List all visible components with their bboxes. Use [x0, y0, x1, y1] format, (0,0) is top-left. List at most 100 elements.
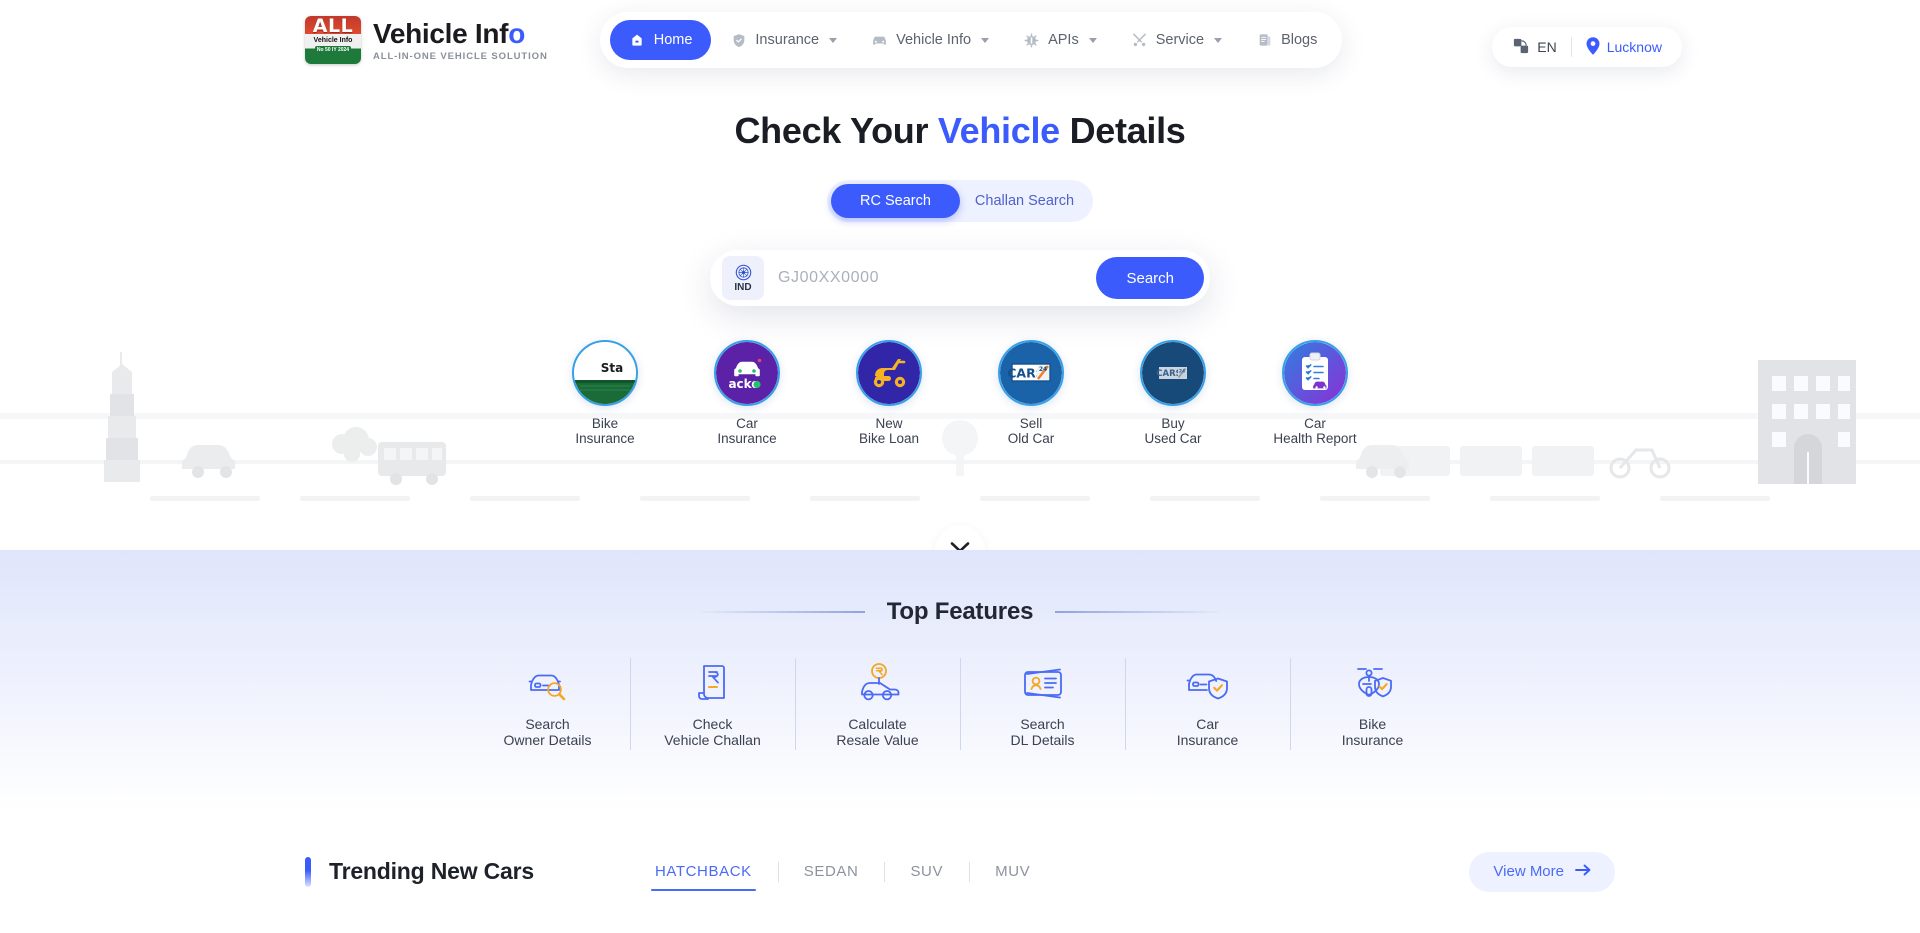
chevron-down-icon: [829, 37, 838, 43]
all-vehicle-info-logo-mark: ALL Vehicle Info No 50 IY 2024: [305, 16, 361, 64]
features-heading-row: Top Features: [0, 550, 1920, 626]
tab-muv[interactable]: MUV: [969, 856, 1056, 888]
scooter-icon: [856, 340, 922, 406]
service-label: Car Health Report: [1273, 416, 1357, 446]
feature-label: Check Vehicle Challan: [664, 716, 761, 748]
vehicle-search-bar: IND Search: [710, 250, 1210, 306]
service-label: Bike Insurance: [575, 416, 635, 446]
language-selector[interactable]: A अ EN: [1512, 37, 1557, 58]
locale-divider: [1570, 37, 1572, 57]
ashoka-chakra-icon: [735, 264, 752, 281]
logo-all-text: ALL: [312, 16, 354, 37]
nav-label-apis: APIs: [1048, 32, 1079, 48]
main-navigation: Home Insurance Vehicle Info APIs Service…: [599, 12, 1343, 68]
service-label: Car Insurance: [717, 416, 777, 446]
chevron-down-icon: [1088, 37, 1097, 43]
site-header: ALL Vehicle Info No 50 IY 2024 Vehicle I…: [0, 0, 1920, 80]
car-search-icon: [525, 660, 571, 706]
nav-item-apis[interactable]: APIs: [1008, 20, 1112, 60]
tab-challan-search[interactable]: Challan Search: [960, 184, 1089, 218]
feature-label: Search Owner Details: [503, 716, 592, 748]
city-label: Lucknow: [1606, 39, 1662, 55]
chevron-down-icon: [950, 541, 970, 550]
tab-rc-search[interactable]: RC Search: [831, 184, 960, 218]
car-shield-icon: [1184, 660, 1232, 706]
id-card-icon: [1020, 660, 1066, 706]
search-button[interactable]: Search: [1096, 257, 1204, 299]
body-type-tabs: HATCHBACK SEDAN SUV MUV: [629, 856, 1056, 891]
nav-item-insurance[interactable]: Insurance: [715, 20, 852, 60]
service-sell-old-car[interactable]: CARS 24 Sell Old Car: [981, 340, 1081, 446]
top-features-section: Top Features Search Owner Details Check …: [0, 550, 1920, 810]
feature-check-vehicle-challan[interactable]: Check Vehicle Challan: [630, 656, 795, 752]
acko-logo: acko: [714, 340, 780, 406]
api-chip-icon: [1023, 32, 1040, 49]
brand-title-main: Vehicle Inf: [373, 17, 509, 49]
svg-text:24: 24: [1179, 369, 1185, 375]
tab-suv[interactable]: SUV: [884, 856, 969, 888]
logo-sub-text: Vehicle Info: [313, 37, 353, 44]
feature-bike-insurance[interactable]: Bike Insurance: [1290, 656, 1455, 752]
language-label: EN: [1537, 39, 1557, 55]
trending-heading-group: Trending New Cars: [305, 856, 534, 887]
tab-hatchback[interactable]: HATCHBACK: [629, 856, 778, 891]
feature-car-insurance[interactable]: Car Insurance: [1125, 656, 1290, 752]
nav-item-home[interactable]: Home: [609, 20, 712, 60]
bike-shield-icon: [1350, 660, 1396, 706]
page-title-part1: Check Your: [734, 110, 938, 151]
tools-icon: [1131, 32, 1148, 49]
view-more-button[interactable]: View More: [1469, 851, 1615, 892]
nav-label-service: Service: [1155, 32, 1205, 48]
accent-bar: [305, 856, 311, 887]
home-icon: [629, 32, 646, 49]
service-new-bike-loan[interactable]: New Bike Loan: [839, 340, 939, 446]
service-car-health-report[interactable]: Car Health Report: [1265, 340, 1365, 446]
rupee-receipt-icon: [693, 660, 733, 706]
shield-icon: [730, 32, 747, 49]
search-input[interactable]: [764, 269, 1097, 287]
page-title: Check Your Vehicle Details: [0, 80, 1920, 152]
scroll-down-button[interactable]: [935, 525, 985, 550]
svg-text:24: 24: [1039, 366, 1047, 373]
translate-icon: A अ: [1512, 37, 1530, 58]
service-buy-used-car[interactable]: CARS 24 Buy Used Car: [1123, 340, 1223, 446]
document-icon: [1256, 32, 1273, 49]
tab-sedan[interactable]: SEDAN: [777, 856, 885, 888]
feature-label: Calculate Resale Value: [836, 716, 919, 748]
features-title: Top Features: [886, 598, 1034, 625]
feature-search-dl-details[interactable]: Search DL Details: [960, 656, 1125, 752]
cars24-logo: CARS 24: [998, 340, 1064, 406]
chevron-down-icon: [1214, 37, 1223, 43]
feature-search-owner-details[interactable]: Search Owner Details: [465, 656, 630, 752]
service-car-insurance[interactable]: acko Car Insurance: [697, 340, 797, 446]
location-pin-icon: [1586, 36, 1600, 58]
service-label: New Bike Loan: [858, 416, 920, 446]
car-rupee-icon: [854, 660, 902, 706]
logo-badge-text: No 50 IY 2024: [314, 46, 352, 54]
feature-label: Car Insurance: [1176, 716, 1239, 748]
feature-calculate-resale-value[interactable]: Calculate Resale Value: [795, 656, 960, 752]
nav-label-blogs: Blogs: [1281, 32, 1318, 48]
nav-label-insurance: Insurance: [755, 32, 820, 48]
trending-title: Trending New Cars: [329, 858, 534, 884]
nav-item-service[interactable]: Service: [1116, 20, 1237, 60]
brand-logo-group[interactable]: ALL Vehicle Info No 50 IY 2024 Vehicle I…: [305, 16, 548, 64]
view-more-label: View More: [1493, 863, 1564, 880]
service-label: Sell Old Car: [1007, 416, 1055, 446]
trending-new-cars-section: Trending New Cars HATCHBACK SEDAN SUV MU…: [0, 810, 1920, 933]
city-selector[interactable]: Lucknow: [1586, 36, 1662, 58]
page-title-part2: Details: [1059, 110, 1186, 151]
divider-right: [1055, 611, 1226, 613]
nav-item-vehicle-info[interactable]: Vehicle Info: [856, 20, 1004, 60]
brand-title-accent: o: [508, 17, 526, 49]
service-label: Buy Used Car: [1144, 416, 1202, 446]
page-title-accent: Vehicle: [937, 110, 1060, 151]
country-code-badge[interactable]: IND: [722, 256, 764, 300]
nav-item-blogs[interactable]: Blogs: [1241, 20, 1332, 60]
service-bike-insurance[interactable]: Sta Bike Insurance: [555, 340, 655, 446]
search-mode-toggle: RC Search Challan Search: [827, 180, 1093, 222]
nav-label-vehicle-info: Vehicle Info: [896, 32, 972, 48]
service-shortcuts: Sta Bike Insurance acko Car Insurance Ne…: [0, 340, 1920, 446]
features-list: Search Owner Details Check Vehicle Chall…: [0, 656, 1920, 752]
brand-tagline: ALL-IN-ONE VEHICLE SOLUTION: [373, 50, 548, 62]
